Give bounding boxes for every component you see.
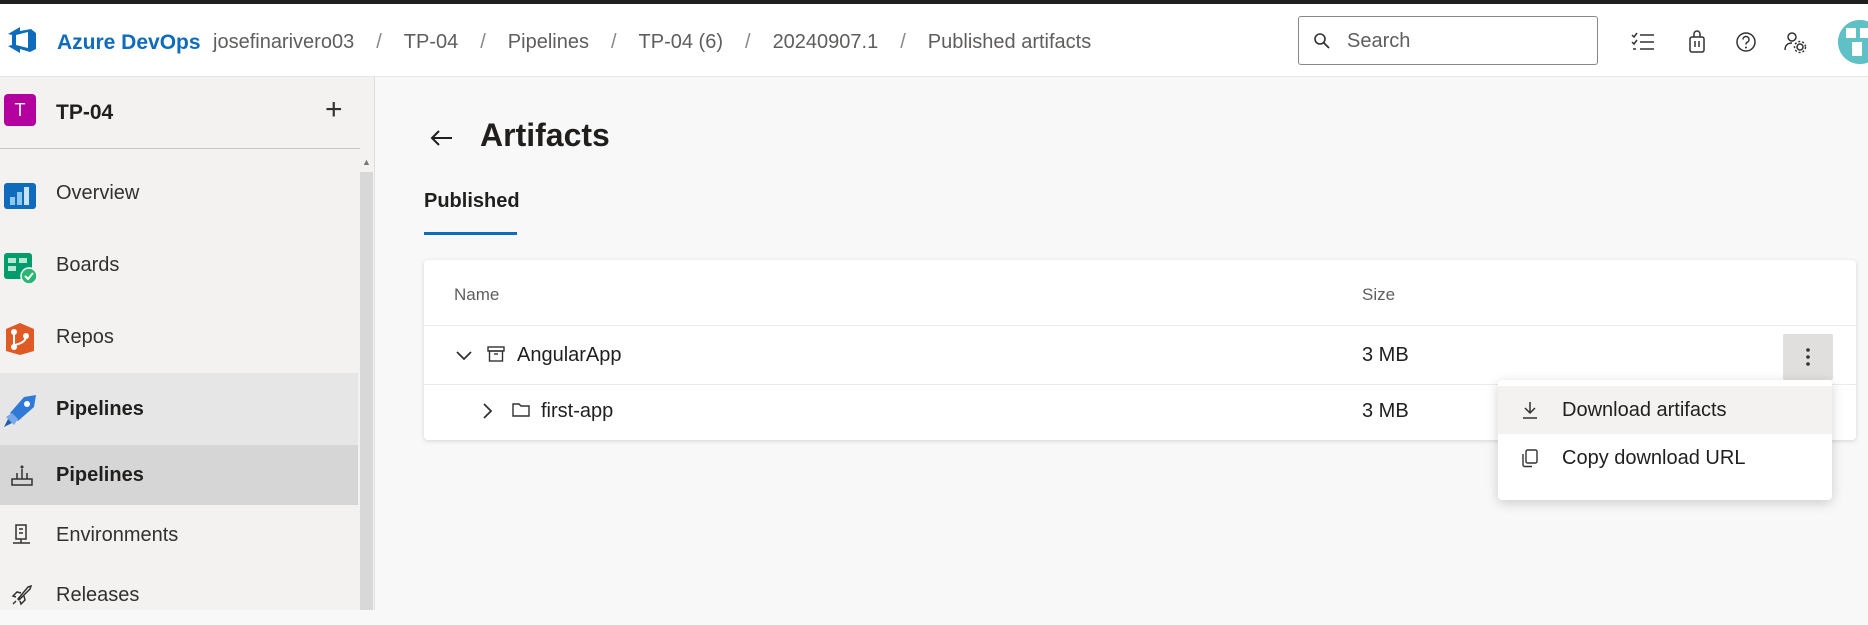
pipelines-sub-icon [11, 465, 33, 486]
column-header-name[interactable]: Name [454, 285, 499, 305]
shopping-bag-icon[interactable] [1684, 29, 1710, 55]
releases-icon [11, 584, 33, 606]
sidebar-subitem-label: Releases [56, 584, 140, 606]
sidebar-item-repos[interactable]: Repos [0, 301, 358, 373]
artifact-name[interactable]: AngularApp [517, 344, 622, 367]
sidebar-subitem-pipelines[interactable]: Pipelines [0, 445, 358, 505]
breadcrumb-pipeline[interactable]: TP-04 (6) [639, 31, 723, 54]
sidebar-item-label: Repos [56, 326, 114, 348]
breadcrumb: josefinarivero03 / TP-04 / Pipelines / T… [213, 31, 1091, 54]
breadcrumb-separator: / [480, 31, 486, 53]
sidebar: T TP-04 + ▲ Overview Boards Repos Pipeli… [0, 77, 375, 610]
sidebar-item-label: Boards [56, 254, 120, 276]
breadcrumb-current[interactable]: Published artifacts [928, 31, 1091, 54]
search-box[interactable] [1298, 16, 1598, 65]
more-options-button[interactable] [1783, 334, 1833, 380]
project-header: T TP-04 + [0, 77, 360, 149]
column-header-size[interactable]: Size [1362, 285, 1395, 305]
page-title: Artifacts [480, 117, 610, 153]
copy-icon [1522, 449, 1538, 468]
tab-selected-indicator [424, 232, 517, 235]
sidebar-subitem-releases[interactable]: Releases [0, 565, 358, 625]
sidebar-subitem-label: Pipelines [56, 464, 144, 486]
project-name[interactable]: TP-04 [56, 101, 113, 125]
breadcrumb-pipelines[interactable]: Pipelines [508, 31, 589, 54]
sidebar-item-label: Overview [56, 182, 140, 204]
sidebar-item-boards[interactable]: Boards [0, 229, 358, 301]
tab-published[interactable]: Published [424, 190, 520, 213]
add-button[interactable]: + [325, 95, 343, 125]
azure-devops-logo-icon[interactable] [6, 24, 38, 56]
sidebar-subitem-label: Environments [56, 524, 179, 546]
sidebar-item-overview[interactable]: Overview [0, 157, 358, 229]
avatar-pattern-icon [1838, 20, 1868, 64]
chevron-down-icon[interactable] [454, 346, 474, 366]
user-settings-icon[interactable] [1782, 29, 1808, 55]
folder-icon [512, 403, 530, 417]
artifact-name[interactable]: first-app [541, 400, 613, 423]
sidebar-item-pipelines[interactable]: Pipelines [0, 373, 358, 445]
back-arrow-icon[interactable] [428, 126, 456, 150]
repos-icon [6, 323, 34, 355]
row-divider [424, 325, 1856, 326]
help-icon[interactable] [1733, 29, 1759, 55]
project-badge[interactable]: T [4, 94, 36, 126]
context-menu: Download artifacts Copy download URL [1498, 380, 1832, 500]
breadcrumb-separator: / [376, 31, 382, 53]
search-input[interactable] [1347, 28, 1587, 54]
pipelines-icon [4, 395, 36, 427]
top-header: Azure DevOps josefinarivero03 / TP-04 / … [0, 4, 1868, 77]
artifact-size: 3 MB [1362, 400, 1409, 422]
breadcrumb-organization[interactable]: josefinarivero03 [213, 31, 354, 54]
artifact-box-icon [487, 346, 505, 362]
sidebar-subitem-environments[interactable]: Environments [0, 505, 358, 565]
breadcrumb-separator: / [610, 31, 617, 53]
table-row-angularapp[interactable]: AngularApp 3 MB [424, 327, 1856, 385]
artifact-size: 3 MB [1362, 344, 1409, 366]
menu-item-label: Download artifacts [1562, 399, 1727, 421]
sidebar-item-label: Pipelines [56, 398, 144, 420]
download-icon [1523, 402, 1537, 419]
breadcrumb-project[interactable]: TP-04 [404, 31, 458, 54]
sidebar-scrollbar[interactable] [360, 172, 373, 610]
checklist-icon[interactable] [1630, 29, 1656, 55]
brand-name[interactable]: Azure DevOps [57, 31, 201, 55]
breadcrumb-separator: / [900, 31, 906, 53]
more-vertical-icon [1806, 348, 1810, 366]
chevron-right-icon[interactable] [478, 401, 498, 421]
menu-item-label: Copy download URL [1562, 447, 1746, 469]
menu-item-download-artifacts[interactable]: Download artifacts [1498, 386, 1832, 434]
scroll-up-arrow-icon[interactable]: ▲ [362, 157, 371, 167]
search-icon [1314, 33, 1330, 49]
user-avatar[interactable] [1838, 20, 1868, 64]
breadcrumb-run[interactable]: 20240907.1 [773, 31, 879, 54]
boards-icon [4, 253, 38, 285]
environments-icon [13, 524, 30, 544]
menu-item-copy-download-url[interactable]: Copy download URL [1498, 434, 1832, 482]
breadcrumb-separator: / [745, 31, 751, 53]
overview-icon [4, 183, 36, 209]
